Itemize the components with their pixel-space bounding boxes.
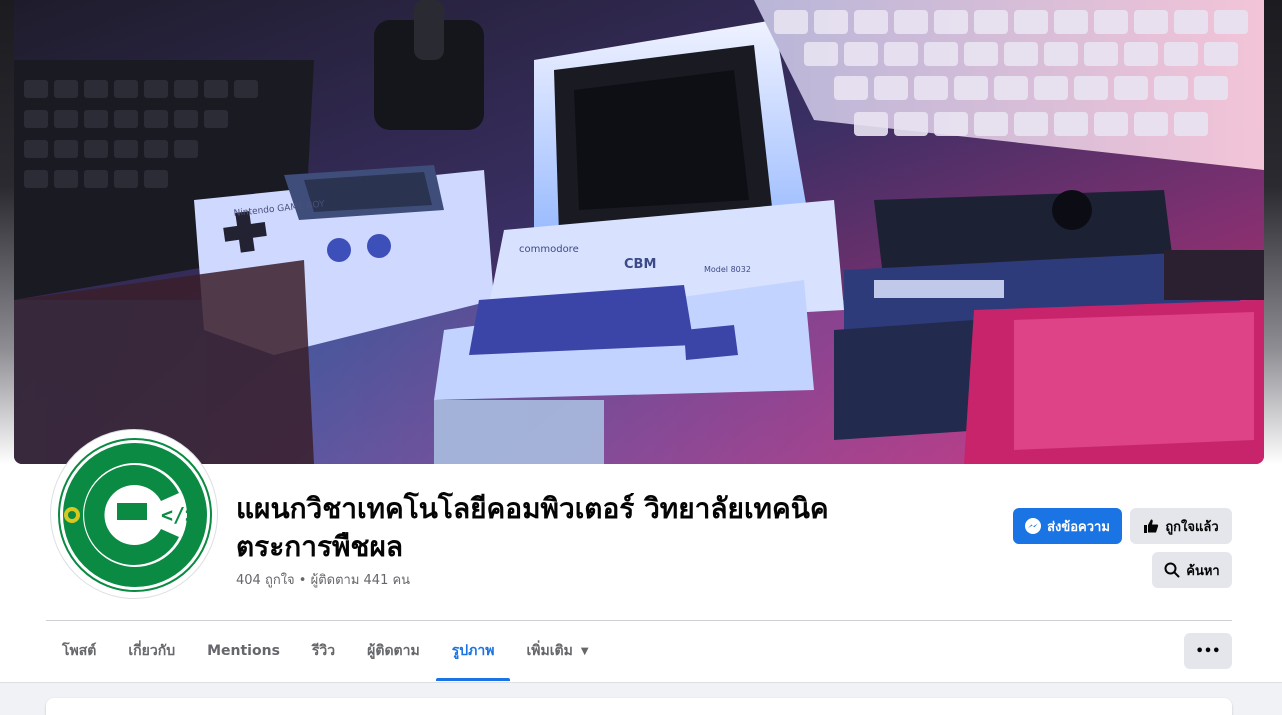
chevron-down-icon: ▼: [580, 645, 589, 657]
facebook-page-profile: Nintendo GAME BOY commodore CBM Model 80…: [0, 0, 1282, 715]
tab-more[interactable]: เพิ่มเติม ▼: [510, 621, 604, 681]
cover-area: Nintendo GAME BOY commodore CBM Model 80…: [0, 0, 1282, 465]
svg-text:CBM: CBM: [624, 257, 656, 272]
page-title: แผนกวิชาเทคโนโลยีคอมพิวเตอร์ วิทยาลัยเทค…: [236, 490, 936, 566]
college-logo-icon: </>: [57, 437, 213, 593]
tab-reviews[interactable]: รีวิว: [296, 621, 351, 681]
tab-reviews-label: รีวิว: [311, 643, 336, 659]
send-message-button[interactable]: ส่งข้อความ: [1013, 508, 1122, 544]
svg-text:commodore: commodore: [519, 244, 579, 255]
page-avatar[interactable]: </>: [50, 429, 218, 599]
page-stats: 404 ถูกใจ • ผู้ติดตาม 441 คน: [236, 573, 411, 588]
search-button[interactable]: ค้นหา: [1152, 552, 1232, 588]
more-options-button[interactable]: •••: [1184, 633, 1232, 669]
liked-label: ถูกใจแล้ว: [1165, 519, 1219, 535]
photos-card: รู: [46, 698, 1232, 715]
tab-photos-label: รูปภาพ: [451, 643, 495, 659]
svg-text:Model 8032: Model 8032: [704, 265, 751, 274]
page-title-line2: ตระการพืชผล: [236, 530, 404, 563]
search-label: ค้นหา: [1186, 563, 1220, 579]
photos-card-title: รู: [78, 710, 88, 715]
liked-button[interactable]: ถูกใจแล้ว: [1130, 508, 1232, 544]
thumbs-up-icon: [1144, 519, 1159, 533]
tab-mentions-label: Mentions: [207, 643, 280, 659]
tab-posts[interactable]: โพสต์: [46, 621, 112, 681]
send-message-label: ส่งข้อความ: [1047, 519, 1110, 535]
tab-followers-label: ผู้ติดตาม: [367, 643, 420, 659]
cover-photo[interactable]: Nintendo GAME BOY commodore CBM Model 80…: [14, 0, 1264, 464]
tab-about[interactable]: เกี่ยวกับ: [112, 621, 191, 681]
retro-computers-cover-image: Nintendo GAME BOY commodore CBM Model 80…: [14, 0, 1264, 464]
tab-mentions[interactable]: Mentions: [191, 621, 296, 681]
page-tabs: โพสต์ เกี่ยวกับ Mentions รีวิว ผู้ติดตาม…: [46, 621, 605, 681]
tab-more-label: เพิ่มเติม: [526, 643, 573, 659]
tab-photos[interactable]: รูปภาพ: [435, 621, 511, 681]
search-icon: [1164, 562, 1180, 578]
page-title-line1: แผนกวิชาเทคโนโลยีคอมพิวเตอร์ วิทยาลัยเทค…: [236, 492, 829, 525]
svg-text:</>: </>: [161, 503, 197, 527]
tab-followers[interactable]: ผู้ติดตาม: [351, 621, 436, 681]
tab-posts-label: โพสต์: [62, 643, 97, 659]
more-dots-icon: •••: [1195, 643, 1221, 659]
tab-about-label: เกี่ยวกับ: [128, 643, 176, 659]
messenger-icon: [1025, 518, 1042, 534]
